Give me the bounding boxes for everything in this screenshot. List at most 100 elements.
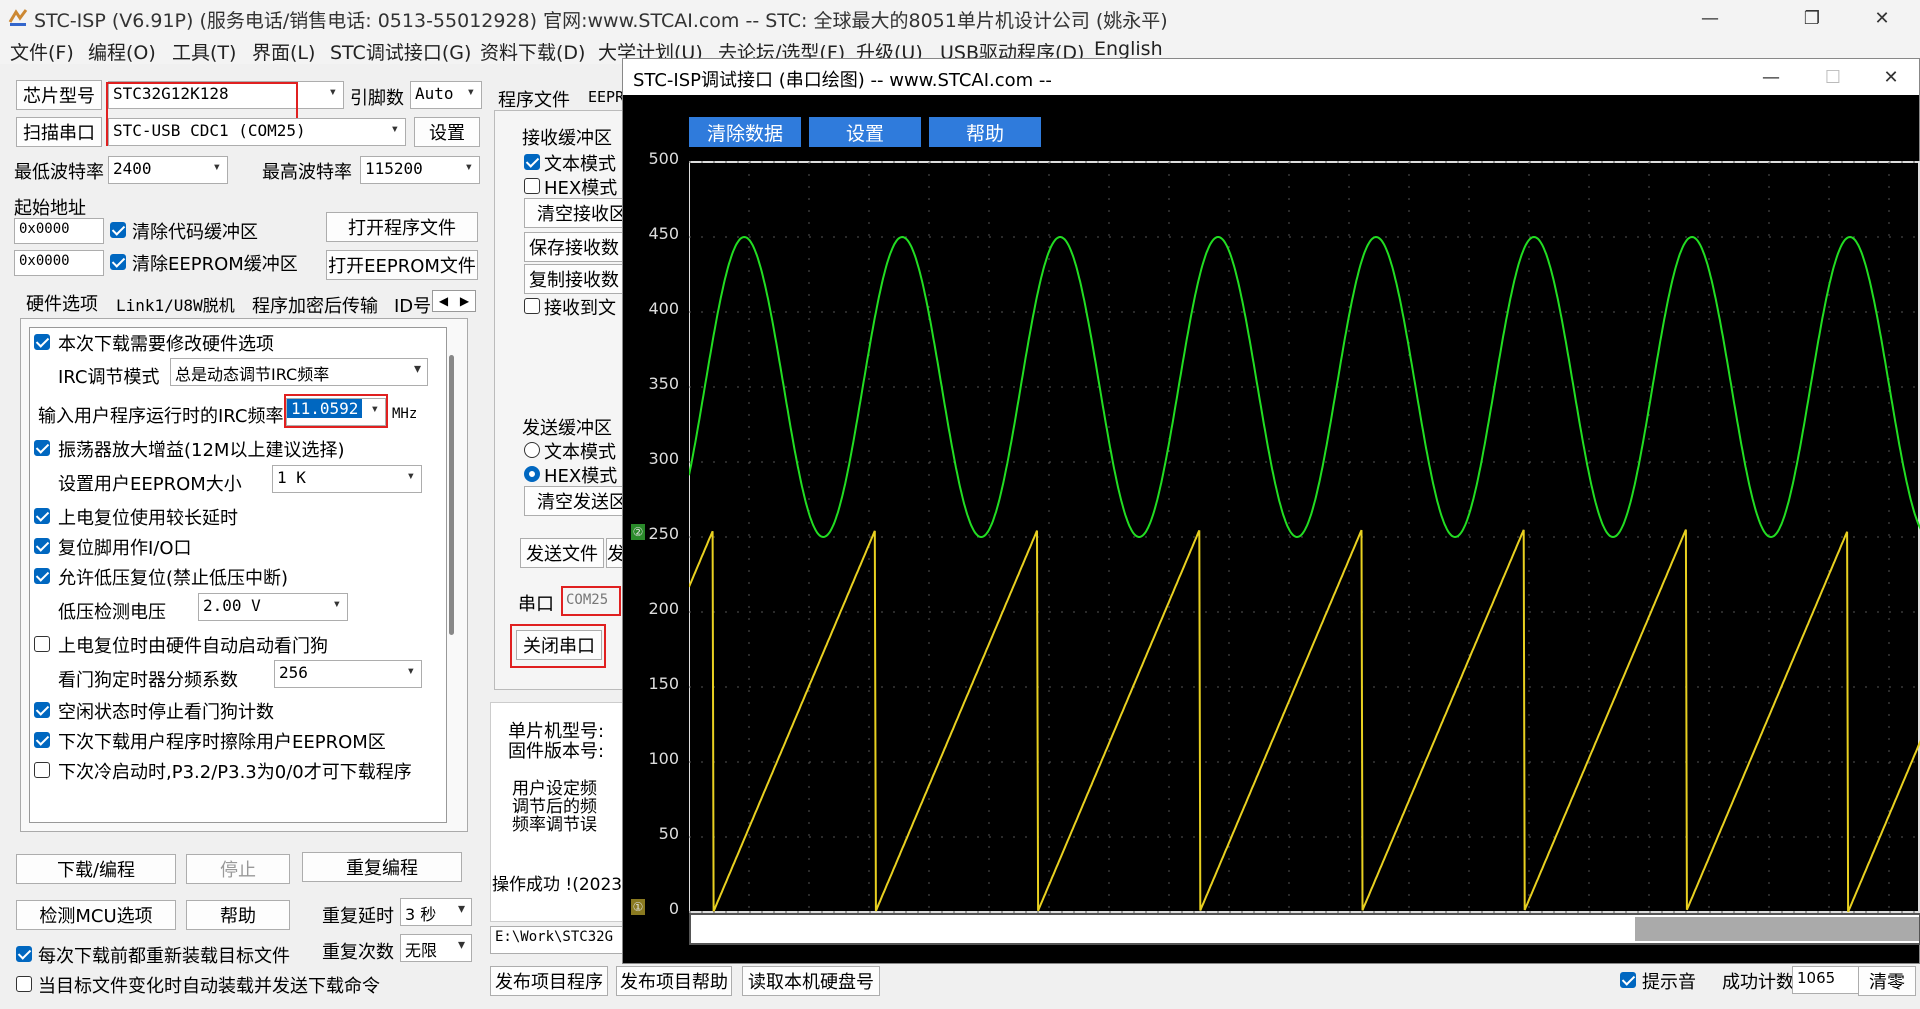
watchdog-div-label: 看门狗定时器分频系数 bbox=[58, 670, 238, 691]
max-baud-label: 最高波特率 bbox=[262, 162, 352, 183]
publish-help-button[interactable]: 发布项目帮助 bbox=[616, 966, 732, 996]
send-text-radio[interactable] bbox=[524, 442, 540, 458]
eeprom-size-select[interactable]: 1 K ▾ bbox=[272, 465, 422, 493]
cold-boot-checkbox[interactable] bbox=[34, 762, 50, 778]
plot-scrollbar[interactable] bbox=[689, 913, 1920, 945]
clear-count-button[interactable]: 清零 bbox=[1858, 966, 1916, 996]
open-program-file-button[interactable]: 打开程序文件 bbox=[326, 212, 478, 242]
menu-interface[interactable]: 界面(L) bbox=[252, 38, 315, 65]
repeat-delay-select[interactable]: 3 秒 ▾ bbox=[400, 898, 472, 926]
stop-button[interactable]: 停止 bbox=[186, 854, 290, 884]
irc-freq-unit: MHz bbox=[392, 406, 418, 422]
idle-wdt-checkbox[interactable] bbox=[34, 702, 50, 718]
watchdog-auto-checkbox[interactable] bbox=[34, 636, 50, 652]
help-button[interactable]: 帮助 bbox=[186, 900, 290, 930]
chevron-right-icon[interactable]: ▶ bbox=[460, 294, 469, 308]
reset-io-checkbox[interactable] bbox=[34, 538, 50, 554]
code-addr-input[interactable]: 0x0000 bbox=[14, 218, 104, 244]
publish-program-button[interactable]: 发布项目程序 bbox=[490, 966, 608, 996]
eeprom-addr-input[interactable]: 0x0000 bbox=[14, 250, 104, 276]
menu-debug[interactable]: STC调试接口(G) bbox=[330, 38, 471, 65]
file-path: E:\Work\STC32G bbox=[490, 926, 624, 954]
repeat-delay-label: 重复延时 bbox=[322, 906, 394, 927]
clear-send-button[interactable]: 清空发送区 bbox=[524, 486, 627, 516]
clear-eeprom-checkbox[interactable] bbox=[110, 254, 126, 270]
plot-help-button[interactable]: 帮助 bbox=[929, 117, 1041, 147]
osc-gain-label: 振荡器放大增益(12M以上建议选择) bbox=[58, 440, 345, 461]
port-select[interactable]: STC-USB CDC1 (COM25) ▾ bbox=[108, 118, 406, 146]
beep-label: 提示音 bbox=[1642, 972, 1696, 993]
scroll-thumb[interactable] bbox=[1635, 917, 1919, 941]
check-mcu-button[interactable]: 检测MCU选项 bbox=[16, 900, 176, 930]
menu-download[interactable]: 资料下载(D) bbox=[480, 38, 585, 65]
tab-eeprom[interactable]: EEPR bbox=[588, 88, 624, 106]
minimize-icon[interactable]: — bbox=[1680, 0, 1740, 36]
max-baud-select[interactable]: 115200 ▾ bbox=[360, 156, 480, 184]
mcu-model-label: 单片机型号: bbox=[508, 721, 605, 742]
low-volt-label: 低压检测电压 bbox=[58, 602, 166, 623]
beep-checkbox[interactable] bbox=[1620, 972, 1636, 988]
info-line-3: 频率调节误 bbox=[512, 815, 597, 835]
close-icon[interactable]: ✕ bbox=[1861, 59, 1920, 95]
clear-recv-button[interactable]: 清空接收区 bbox=[524, 198, 627, 228]
menu-file[interactable]: 文件(F) bbox=[10, 38, 74, 65]
watchdog-div-select[interactable]: 256 ▾ bbox=[274, 660, 422, 688]
cold-boot-label: 下次冷启动时,P3.2/P3.3为0/0才可下载程序 bbox=[58, 762, 412, 783]
tab-id[interactable]: ID号 bbox=[394, 292, 431, 318]
tab-encrypt[interactable]: 程序加密后传输 bbox=[252, 292, 378, 318]
info-line-2: 调节后的频 bbox=[512, 797, 597, 817]
plot-settings-button[interactable]: 设置 bbox=[809, 117, 921, 147]
osc-gain-checkbox[interactable] bbox=[34, 440, 50, 456]
clear-code-checkbox[interactable] bbox=[110, 222, 126, 238]
erase-eeprom-checkbox[interactable] bbox=[34, 732, 50, 748]
reprogram-button[interactable]: 重复编程 bbox=[302, 852, 462, 882]
recv-text-checkbox[interactable] bbox=[524, 154, 540, 170]
clear-eeprom-label: 清除EEPROM缓冲区 bbox=[132, 254, 298, 275]
auto-reload-checkbox[interactable] bbox=[16, 976, 32, 992]
menu-english[interactable]: English bbox=[1094, 38, 1163, 60]
maximize-icon[interactable]: ☐ bbox=[1803, 59, 1863, 95]
download-button[interactable]: 下载/编程 bbox=[16, 854, 176, 884]
port-label: 串口 bbox=[518, 594, 554, 615]
clear-data-button[interactable]: 清除数据 bbox=[689, 117, 801, 147]
menu-program[interactable]: 编程(O) bbox=[88, 38, 156, 65]
send-hex-label: HEX模式 bbox=[544, 466, 618, 487]
low-volt-reset-checkbox[interactable] bbox=[34, 568, 50, 584]
maximize-icon[interactable]: ❐ bbox=[1782, 0, 1842, 36]
repeat-count-select[interactable]: 无限 ▾ bbox=[400, 934, 472, 962]
long-reset-checkbox[interactable] bbox=[34, 508, 50, 524]
info-line-1: 用户设定频 bbox=[512, 779, 597, 799]
send-hex-radio[interactable] bbox=[524, 466, 540, 482]
low-volt-select[interactable]: 2.00 V ▾ bbox=[198, 593, 348, 621]
chevron-left-icon[interactable]: ◀ bbox=[439, 294, 448, 308]
y-tick-200: 200 bbox=[648, 599, 679, 618]
recv-to-file-checkbox[interactable] bbox=[524, 298, 540, 314]
settings-button[interactable]: 设置 bbox=[414, 117, 480, 147]
chevron-down-icon: ▾ bbox=[406, 663, 415, 679]
copy-recv-button[interactable]: 复制接收数 bbox=[524, 264, 624, 294]
clear-code-label: 清除代码缓冲区 bbox=[132, 222, 258, 243]
close-icon[interactable]: ✕ bbox=[1852, 0, 1912, 36]
send-file-button[interactable]: 发送文件 bbox=[520, 538, 604, 568]
modify-hw-checkbox[interactable] bbox=[34, 334, 50, 350]
tab-scroll[interactable]: ◀ ▶ bbox=[432, 290, 476, 312]
app-icon bbox=[8, 9, 28, 26]
tab-hardware[interactable]: 硬件选项 bbox=[26, 290, 98, 316]
minimize-icon[interactable]: — bbox=[1741, 59, 1801, 95]
y-tick-500: 500 bbox=[648, 149, 679, 168]
irc-mode-select[interactable]: 总是动态调节IRC频率 ▾ bbox=[170, 358, 428, 386]
menu-tools[interactable]: 工具(T) bbox=[172, 38, 236, 65]
recv-hex-checkbox[interactable] bbox=[524, 178, 540, 194]
reload-each-checkbox[interactable] bbox=[16, 946, 32, 962]
tab-program-file[interactable]: 程序文件 bbox=[498, 86, 570, 112]
save-recv-button[interactable]: 保存接收数 bbox=[524, 232, 624, 262]
min-baud-select[interactable]: 2400 ▾ bbox=[108, 156, 228, 184]
pin-select[interactable]: Auto ▾ bbox=[410, 81, 482, 109]
open-eeprom-file-button[interactable]: 打开EEPROM文件 bbox=[326, 250, 478, 280]
tab-link1[interactable]: Link1/U8W脱机 bbox=[116, 292, 235, 316]
read-disk-button[interactable]: 读取本机硬盘号 bbox=[742, 966, 880, 996]
chevron-down-icon: ▾ bbox=[464, 159, 473, 175]
scan-port-button[interactable]: 扫描串口 bbox=[16, 117, 102, 147]
scrollbar[interactable] bbox=[449, 355, 454, 635]
status-text: 操作成功 !(2023 bbox=[492, 875, 623, 895]
